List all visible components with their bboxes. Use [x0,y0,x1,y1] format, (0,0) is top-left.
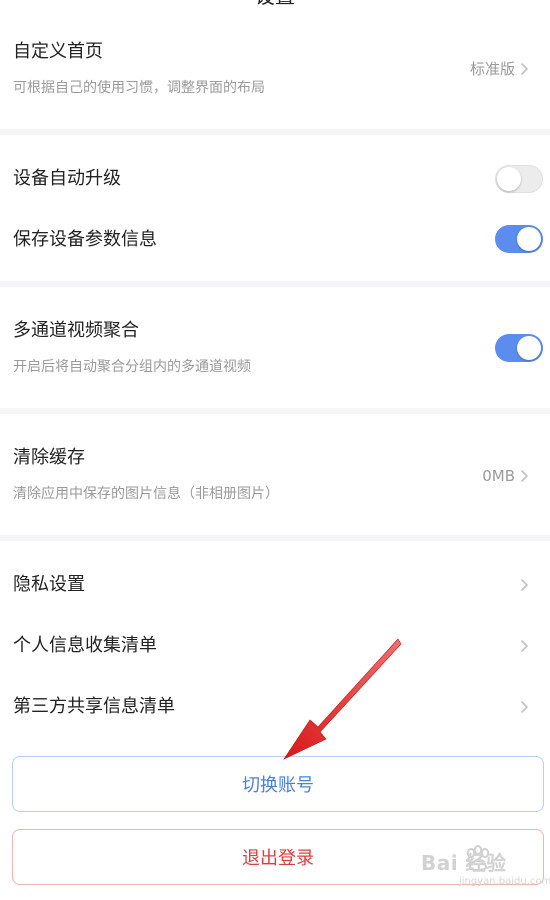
chevron-right-icon [521,470,528,482]
device-auto-upgrade-title: 设备自动升级 [13,168,121,189]
baidu-jingyan-watermark: Bai 经验 jingyan.baidu.com [415,843,550,893]
toggle-knob [517,227,541,251]
multi-channel-toggle[interactable] [495,334,543,362]
multi-channel-subtitle: 开启后将自动聚合分组内的多通道视频 [13,359,251,375]
settings-page: 设置 自定义首页 可根据自己的使用习惯，调整界面的布局 标准版 设备自动升级 保… [0,0,550,900]
custom-homepage-subtitle: 可根据自己的使用习惯，调整界面的布局 [13,80,265,96]
section-divider [0,129,550,135]
chevron-right-icon [521,640,528,652]
watermark-text: Bai 经验 [421,851,507,875]
custom-homepage-title: 自定义首页 [13,41,103,62]
save-device-params-title: 保存设备参数信息 [13,229,157,250]
multi-channel-title: 多通道视频聚合 [13,320,139,341]
third-party-sharing-title: 第三方共享信息清单 [13,696,175,717]
section-divider [0,281,550,287]
chevron-right-icon [521,63,528,75]
toggle-knob [517,336,541,360]
personal-info-list-title: 个人信息收集清单 [13,635,157,656]
section-divider [0,408,550,414]
annotation-arrow [283,638,402,760]
watermark-url: jingyan.baidu.com [459,876,550,887]
chevron-right-icon [521,701,528,713]
save-device-params-toggle[interactable] [495,225,543,253]
toggle-knob [497,167,521,191]
custom-homepage-value: 标准版 [469,60,515,78]
chevron-right-icon [521,579,528,591]
section-divider [0,535,550,541]
clear-cache-subtitle: 清除应用中保存的图片信息（非相册图片） [13,486,279,502]
clear-cache-title: 清除缓存 [13,447,85,468]
cache-size-value: 0MB [482,467,515,485]
device-auto-upgrade-toggle[interactable] [495,165,543,193]
page-title: 设置 [0,0,550,6]
privacy-settings-title: 隐私设置 [13,574,85,595]
